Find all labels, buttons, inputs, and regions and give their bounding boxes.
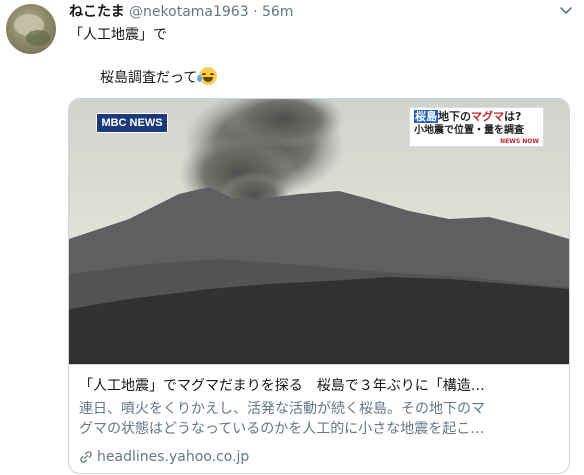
overlay-end: は?	[504, 110, 522, 123]
tweet-header: ねこたま @nekotama1963 · 56m	[69, 3, 293, 21]
news-now-tag: NEWS NOW	[500, 138, 539, 145]
overlay-line2: 小地震で位置・量を調査	[414, 125, 524, 136]
avatar[interactable]	[6, 4, 56, 54]
card-domain[interactable]: headlines.yahoo.co.jp	[79, 447, 249, 467]
tweet-timestamp[interactable]: 56m	[262, 4, 293, 20]
card-caption[interactable]: 「人工地震」でマグマだまりを探る 桜島で３年ぶりに「構造… 連日、噴火をくりかえ…	[69, 364, 569, 473]
card-domain-text: headlines.yahoo.co.jp	[97, 449, 250, 465]
news-overlay-caption: 桜島地下のマグマは? 小地震で位置・量を調査 NEWS NOW	[409, 107, 544, 147]
overlay-red: マグマ	[471, 110, 504, 123]
chevron-down-icon[interactable]	[558, 2, 574, 18]
card-description: 連日、噴火をくりかえし、活発な活動が続く桜島。その地下のマ グマの状態はどうなっ…	[79, 399, 561, 439]
card-description-line2: グマの状態はどうなっているのかを人工的に小さな地震を起こ…	[79, 421, 485, 437]
card-title[interactable]: 「人工地震」でマグマだまりを探る 桜島で３年ぶりに「構造…	[79, 376, 561, 396]
laughing-crying-emoji-icon	[197, 67, 218, 85]
link-card[interactable]: MBC NEWS 桜島地下のマグマは? 小地震で位置・量を調査 NEWS NOW…	[68, 98, 570, 474]
mbc-news-logo: MBC NEWS	[96, 113, 168, 133]
overlay-mid: 地下の	[438, 110, 471, 123]
card-description-line1: 連日、噴火をくりかえし、活発な活動が続く桜島。その地下のマ	[79, 401, 485, 417]
link-icon	[80, 451, 92, 463]
separator-dot: ·	[253, 4, 258, 20]
card-media[interactable]: MBC NEWS 桜島地下のマグマは? 小地震で位置・量を調査 NEWS NOW	[69, 99, 569, 364]
overlay-highlight: 桜島	[414, 110, 438, 123]
avatar-shadow-shape	[26, 30, 50, 46]
user-handle[interactable]: @nekotama1963	[129, 4, 249, 20]
tweet-text-line1: 「人工地震」で	[69, 27, 167, 43]
overlay-line1: 桜島地下のマグマは?	[414, 110, 539, 124]
tweet-text-line2-content: 桜島調査だって	[100, 70, 198, 86]
display-name[interactable]: ねこたま	[69, 4, 125, 20]
tweet-text-line2: 桜島調査だって	[100, 67, 218, 88]
